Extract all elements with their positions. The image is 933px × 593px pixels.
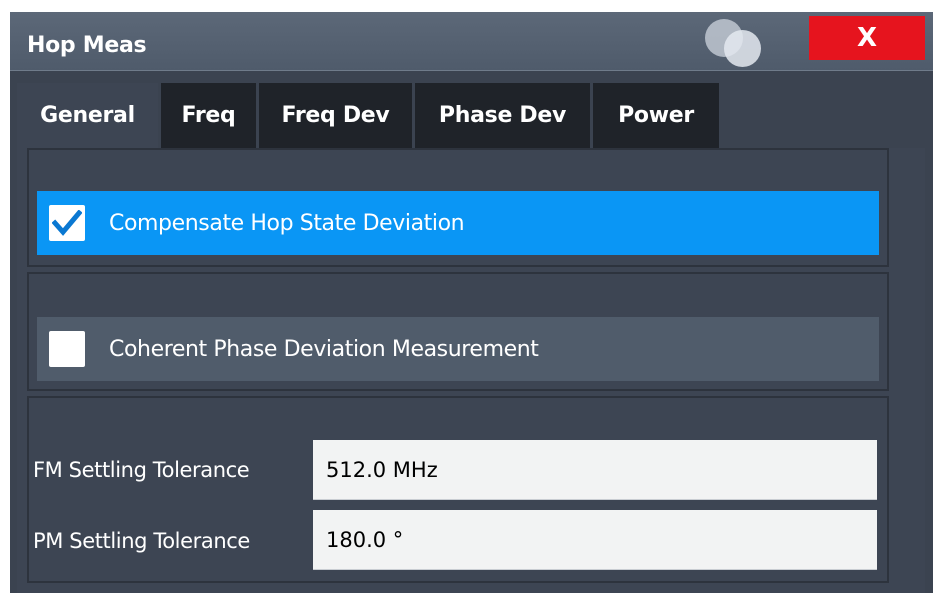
compensate-checkbox[interactable] bbox=[49, 205, 85, 241]
general-tab-panel: Compensate Hop State Deviation Coherent … bbox=[17, 148, 925, 593]
compensate-hop-state-option[interactable]: Compensate Hop State Deviation bbox=[37, 191, 879, 255]
compensate-section: Compensate Hop State Deviation bbox=[27, 148, 889, 267]
coherent-label: Coherent Phase Deviation Measurement bbox=[109, 336, 539, 362]
coherent-section: Coherent Phase Deviation Measurement bbox=[27, 272, 889, 391]
fm-settling-value: 512.0 MHz bbox=[326, 457, 438, 482]
pm-settling-input[interactable]: 180.0 ° bbox=[313, 510, 877, 570]
circle-front-shape bbox=[724, 30, 761, 67]
tab-general-label: General bbox=[40, 103, 135, 128]
close-icon: X bbox=[856, 23, 878, 53]
settling-tolerance-section: FM Settling Tolerance 512.0 MHz PM Settl… bbox=[27, 396, 889, 583]
title-bar[interactable]: Hop Meas X bbox=[10, 12, 933, 71]
checkmark-icon bbox=[52, 210, 82, 236]
tab-phase-dev-label: Phase Dev bbox=[438, 103, 567, 128]
tab-freq[interactable]: Freq bbox=[161, 83, 256, 148]
hop-meas-dialog: Hop Meas X General Freq Freq Dev Phase D… bbox=[10, 12, 933, 593]
tab-freq-label: Freq bbox=[181, 103, 236, 128]
tab-power-label: Power bbox=[618, 103, 694, 128]
pm-settling-label: PM Settling Tolerance bbox=[33, 529, 250, 553]
tab-power[interactable]: Power bbox=[593, 83, 719, 148]
coherent-phase-option[interactable]: Coherent Phase Deviation Measurement bbox=[37, 317, 879, 381]
overlapping-circles-icon bbox=[705, 19, 767, 67]
coherent-checkbox[interactable] bbox=[49, 331, 85, 367]
fm-settling-label: FM Settling Tolerance bbox=[33, 458, 250, 482]
dialog-title: Hop Meas bbox=[27, 33, 147, 58]
pm-settling-value: 180.0 ° bbox=[326, 527, 404, 552]
tab-freq-dev[interactable]: Freq Dev bbox=[259, 83, 412, 148]
fm-settling-input[interactable]: 512.0 MHz bbox=[313, 440, 877, 500]
dialog-content: General Freq Freq Dev Phase Dev Power Co… bbox=[10, 71, 933, 593]
compensate-label: Compensate Hop State Deviation bbox=[109, 210, 465, 236]
tab-general[interactable]: General bbox=[17, 83, 158, 148]
tab-freq-dev-label: Freq Dev bbox=[281, 103, 390, 128]
close-button[interactable]: X bbox=[809, 16, 925, 60]
tab-phase-dev[interactable]: Phase Dev bbox=[415, 83, 590, 148]
